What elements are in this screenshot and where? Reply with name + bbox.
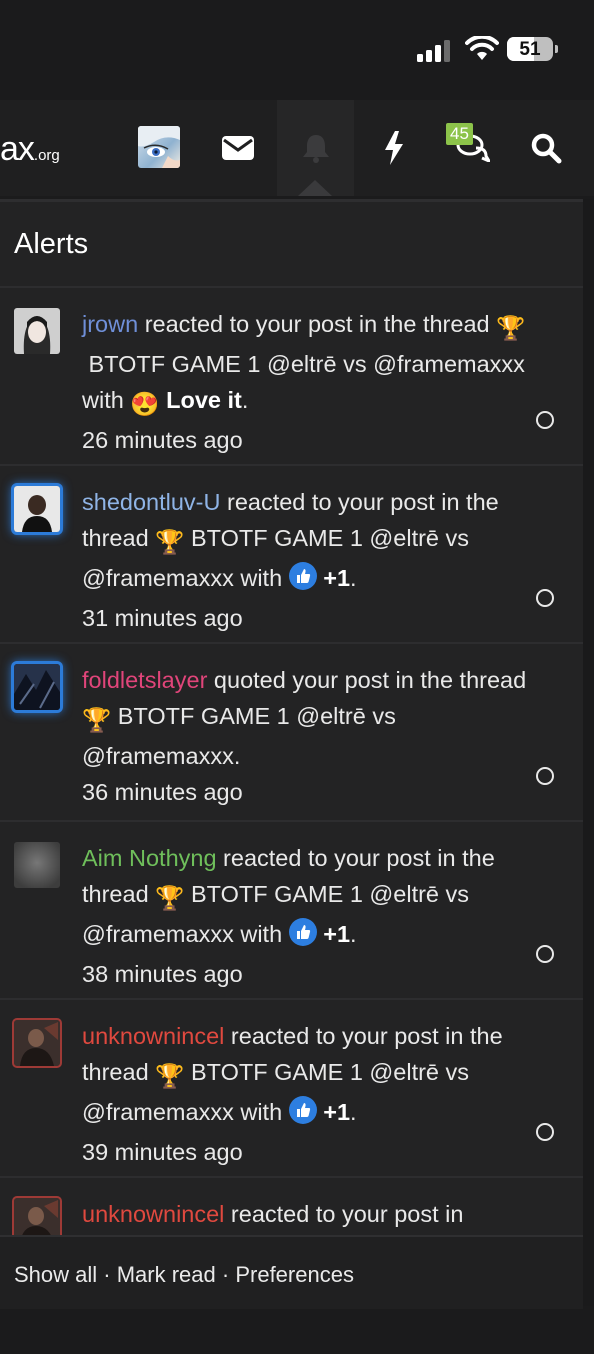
conversations-button[interactable] [443, 100, 503, 196]
trophy-icon: 🏆 [82, 707, 112, 733]
mark-read-toggle[interactable] [536, 589, 554, 607]
inbox-button[interactable] [208, 100, 268, 196]
cellular-signal-icon [417, 40, 457, 62]
alert-action: reacted to your post in [224, 1201, 464, 1227]
trophy-icon: 🏆 [155, 1063, 185, 1089]
site-logo[interactable]: ax.org [0, 130, 60, 169]
alerts-caret [298, 180, 332, 196]
battery-icon: 51 [507, 37, 553, 61]
mark-read-link[interactable]: Mark read [117, 1262, 216, 1287]
logo-main: ax [0, 130, 35, 168]
trophy-icon: 🏆 [155, 529, 185, 555]
reaction-label: +1 [323, 921, 351, 947]
alert-end: . [350, 565, 357, 591]
alert-item[interactable]: unknownincel reacted to your post in the… [0, 1000, 583, 1178]
conversations-count-badge: 45 [446, 123, 473, 145]
alert-end: . [241, 387, 249, 413]
alert-item[interactable]: Aim Nothyng reacted to your post in the … [0, 822, 583, 1000]
trophy-icon: 🏆 [496, 315, 526, 341]
search-button[interactable] [516, 100, 576, 196]
alert-username[interactable]: jrown [82, 311, 138, 337]
alert-action: quoted your post in the thread [207, 667, 527, 693]
alert-time: 38 minutes ago [82, 961, 243, 987]
alert-action: reacted to your post in the thread [138, 311, 497, 337]
alert-end: . [350, 1099, 357, 1125]
alert-with: with [233, 921, 289, 947]
whats-new-button[interactable] [364, 100, 424, 196]
alert-time: 26 minutes ago [82, 427, 243, 453]
alert-username[interactable]: unknownincel [82, 1201, 224, 1227]
alert-time: 31 minutes ago [82, 605, 243, 631]
alert-username[interactable]: Aim Nothyng [82, 845, 217, 871]
alert-time: 39 minutes ago [82, 1139, 243, 1165]
thread-title-link[interactable]: BTOTF GAME 1 @eltrē vs @framemaxxx [89, 351, 525, 377]
alert-end: . [233, 743, 241, 769]
show-all-link[interactable]: Show all [14, 1262, 97, 1287]
lightning-icon [385, 131, 403, 165]
panel-shadow-edge [583, 199, 594, 1306]
logo-suffix: .org [33, 147, 60, 164]
battery-percentage: 51 [519, 39, 541, 60]
search-icon [531, 133, 562, 164]
alert-with: with [82, 387, 131, 413]
alert-end: . [350, 921, 357, 947]
preferences-link[interactable]: Preferences [235, 1262, 354, 1287]
mark-read-toggle[interactable] [536, 1123, 554, 1141]
wifi-icon [465, 36, 499, 60]
alert-username[interactable]: unknownincel [82, 1023, 224, 1049]
bell-icon [302, 135, 329, 163]
thumbs-up-emoji-icon [288, 1096, 317, 1134]
avatar[interactable] [14, 664, 60, 710]
reaction-label: +1 [323, 1099, 351, 1125]
avatar[interactable] [14, 486, 60, 532]
alert-item[interactable]: jrown reacted to your post in the thread… [0, 288, 583, 466]
alerts-footer: Show all · Mark read · Preferences [0, 1235, 583, 1309]
mark-read-toggle[interactable] [536, 767, 554, 785]
alert-time: 36 minutes ago [82, 779, 243, 805]
alert-item[interactable]: foldletslayer quoted your post in the th… [0, 644, 583, 822]
panel-title: Alerts [14, 228, 89, 260]
status-bar: 51 [0, 0, 594, 100]
top-navigation: ax.org 45 [0, 100, 594, 196]
avatar[interactable] [14, 842, 60, 888]
avatar[interactable] [12, 1018, 62, 1068]
envelope-icon [222, 136, 254, 160]
reaction-label: Love it [166, 387, 242, 413]
avatar[interactable] [14, 308, 60, 354]
mark-read-toggle[interactable] [536, 945, 554, 963]
battery-tip [555, 45, 558, 53]
reaction-label: +1 [323, 565, 351, 591]
alert-with: with [233, 1099, 289, 1125]
user-avatar[interactable] [138, 126, 180, 168]
alert-username[interactable]: foldletslayer [82, 667, 207, 693]
alert-username[interactable]: shedontluv-U [82, 489, 220, 515]
heart-eyes-emoji-icon: 😍 [130, 391, 160, 417]
footer-separator: · [97, 1262, 117, 1287]
alert-with: with [233, 565, 289, 591]
thumbs-up-emoji-icon [288, 918, 317, 956]
alerts-panel: Alerts jrown reacted to your post in the… [0, 199, 583, 1309]
trophy-icon: 🏆 [155, 885, 185, 911]
thumbs-up-emoji-icon [288, 562, 317, 600]
alert-item[interactable]: shedontluv-U reacted to your post in the… [0, 466, 583, 644]
mark-read-toggle[interactable] [536, 411, 554, 429]
footer-separator: · [215, 1262, 236, 1287]
